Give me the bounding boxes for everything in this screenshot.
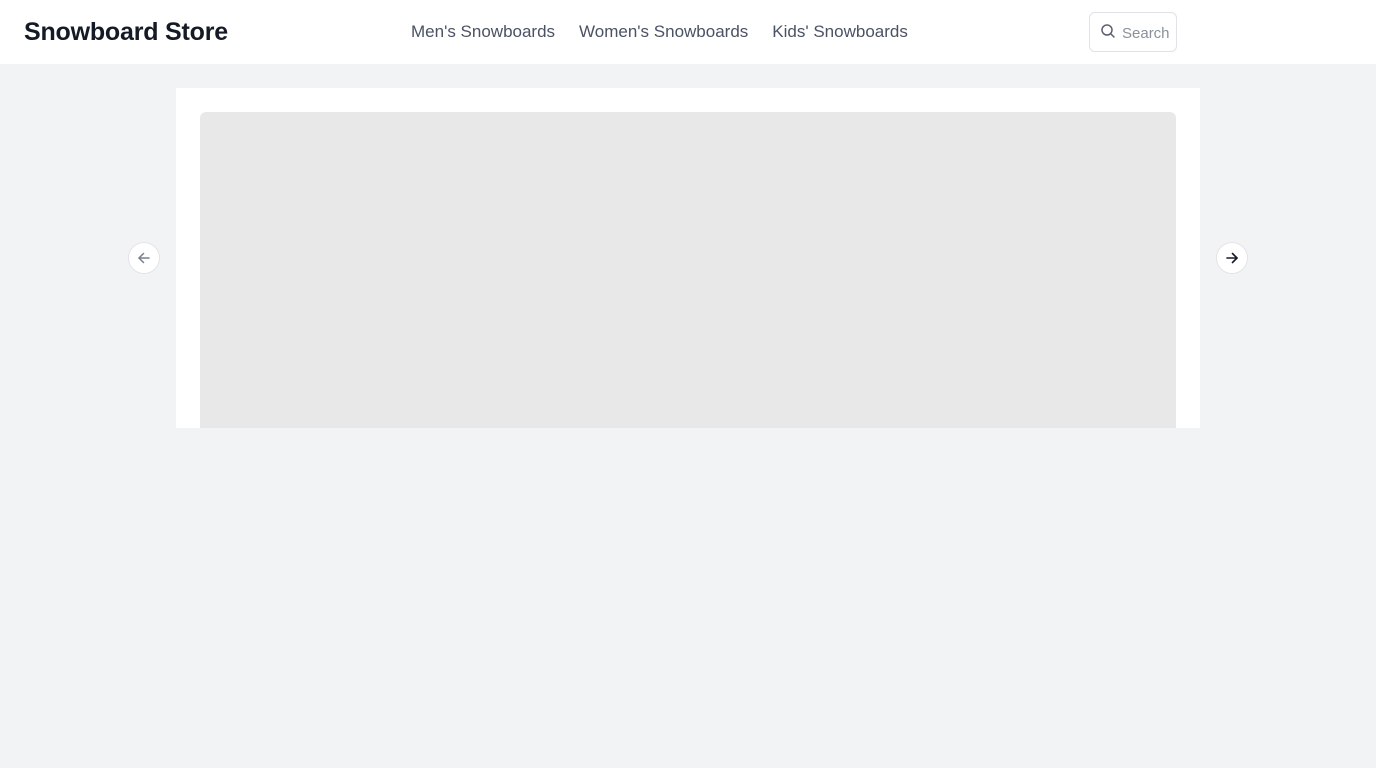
carousel-next-button[interactable] xyxy=(1216,242,1248,274)
product-carousel xyxy=(176,88,1200,428)
nav-link-kids-snowboards[interactable]: Kids' Snowboards xyxy=(772,21,908,43)
site-header: Snowboard Store Men's Snowboards Women's… xyxy=(0,0,1376,64)
arrow-left-icon xyxy=(138,252,150,264)
search-icon xyxy=(1101,24,1115,38)
store-logo[interactable]: Snowboard Store xyxy=(24,17,228,47)
carousel-prev-button[interactable] xyxy=(128,242,160,274)
nav-link-mens-snowboards[interactable]: Men's Snowboards xyxy=(411,21,555,43)
search-input[interactable] xyxy=(1122,22,1172,44)
slide-image-placeholder xyxy=(200,112,1176,428)
search-box[interactable] xyxy=(1089,12,1177,52)
main-nav: Men's Snowboards Women's Snowboards Kids… xyxy=(411,21,908,43)
arrow-right-icon xyxy=(1226,252,1238,264)
nav-link-womens-snowboards[interactable]: Women's Snowboards xyxy=(579,21,748,43)
